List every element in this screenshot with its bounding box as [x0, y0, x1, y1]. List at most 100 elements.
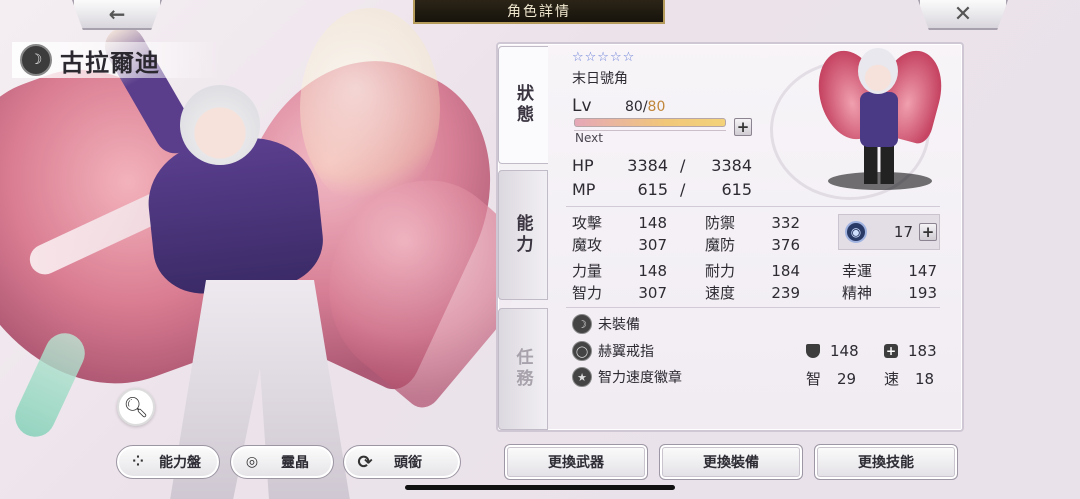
magic-defense-value: 376 [771, 236, 800, 254]
magic-defense-label: 魔防 [705, 236, 736, 254]
divider [566, 206, 940, 207]
mp-label: MP [572, 180, 596, 199]
speed-value: 239 [771, 284, 800, 302]
cross-icon: + [884, 344, 898, 358]
equip-defense-bonus: 148 [806, 342, 859, 360]
intellect-value: 307 [638, 284, 667, 302]
magnifier-icon: 🔍︎ [123, 395, 149, 419]
level-label: Lv [572, 96, 592, 116]
ring-icon: ◯ [572, 341, 592, 361]
close-button[interactable]: ✕ [918, 0, 1008, 30]
equip-slot-badge[interactable]: ★ 智力速度徽章 [572, 367, 682, 387]
equip-label: 智力速度徽章 [598, 370, 682, 386]
strength-value: 148 [638, 262, 667, 280]
attack-label: 攻擊 [572, 214, 603, 232]
spirit-stat: 精神 193 [842, 282, 937, 303]
stamina-value: 184 [771, 262, 800, 280]
defense-value: 332 [771, 214, 800, 232]
plus-icon: + [736, 118, 750, 136]
defense-stat: 防禦 332 [705, 212, 800, 233]
level-max: 80 [647, 99, 666, 115]
crest-icon: ◉ [845, 221, 867, 243]
strength-label: 力量 [572, 262, 603, 280]
crest-add-button[interactable]: + [919, 223, 937, 241]
page-title: 角色詳情 [413, 0, 665, 24]
tab-status[interactable]: 狀態 [498, 46, 548, 164]
hp-slash: / [680, 156, 686, 175]
intellect-label: 智力 [572, 284, 603, 302]
equip-int-label: 智 [806, 370, 822, 388]
equip-label: 赫翼戒指 [598, 344, 654, 360]
shield-icon [806, 344, 820, 358]
home-indicator[interactable] [405, 485, 675, 490]
element-icon: ☽ [20, 44, 52, 76]
attack-stat: 攻擊 148 [572, 212, 667, 233]
speed-label: 速度 [705, 284, 736, 302]
equip-int-value: 29 [837, 369, 857, 388]
tab-ability[interactable]: 能力 [498, 170, 548, 300]
hp-max: 3384 [711, 156, 752, 175]
zoom-button[interactable]: 🔍︎ [117, 388, 155, 426]
magic-attack-label: 魔攻 [572, 236, 603, 254]
mp-slash: / [680, 180, 686, 199]
change-gear-button[interactable]: 更換裝備 [659, 444, 803, 480]
change-weapon-button[interactable]: 更換武器 [504, 444, 648, 480]
equip-defense-value: 148 [830, 342, 859, 360]
equip-hp-value: 183 [908, 342, 937, 360]
equip-spd-bonus: 速 18 [884, 368, 934, 389]
cycle-icon: ⟳ [357, 451, 373, 473]
next-label: Next [575, 131, 603, 145]
character-head-art [180, 85, 260, 165]
honorific-button[interactable]: ⟳ 頭銜 [343, 445, 461, 479]
change-skill-button[interactable]: 更換技能 [814, 444, 958, 480]
strength-stat: 力量 148 [572, 260, 667, 281]
chibi-sprite [809, 40, 951, 190]
mp-max: 615 [721, 180, 752, 199]
spirit-value: 193 [908, 284, 937, 302]
level-up-button[interactable]: + [734, 118, 752, 136]
stamina-label: 耐力 [705, 262, 736, 280]
mp-current: 615 [637, 180, 668, 199]
magic-defense-stat: 魔防 376 [705, 234, 800, 255]
luck-stat: 幸運 147 [842, 260, 937, 281]
attack-value: 148 [638, 214, 667, 232]
back-arrow-icon: ← [108, 2, 126, 26]
equip-hp-bonus: + 183 [884, 342, 937, 360]
back-button[interactable]: ← [72, 0, 162, 30]
spirit-crystal-button[interactable]: ◎ 靈晶 [230, 445, 334, 479]
equip-slot-weapon[interactable]: ☽ 未裝備 [572, 314, 640, 334]
weapon-slot-icon: ☽ [572, 314, 592, 334]
equip-int-bonus: 智 29 [806, 368, 856, 389]
rarity-stars: ☆☆☆☆☆ [572, 50, 636, 65]
equip-slot-ring[interactable]: ◯ 赫翼戒指 [572, 341, 654, 361]
sprite-body [860, 92, 898, 147]
defense-label: 防禦 [705, 214, 736, 232]
tab-quest[interactable]: 任務 [498, 308, 548, 430]
level-current: 80/ [625, 99, 648, 115]
equip-spd-value: 18 [915, 369, 935, 388]
plus-icon: + [921, 223, 935, 241]
crest-value: 17 [893, 223, 913, 241]
character-nameplate: ☽ 古拉爾迪 [12, 42, 222, 78]
divider [566, 307, 940, 308]
experience-bar [574, 118, 726, 127]
hp-label: HP [572, 156, 594, 175]
equip-spd-label: 速 [884, 370, 900, 388]
ability-board-button[interactable]: ⁘ 能力盤 [116, 445, 220, 479]
spirit-label: 精神 [842, 284, 873, 302]
crystal-icon: ◎ [245, 454, 259, 470]
character-name: 古拉爾迪 [60, 47, 160, 77]
hp-current: 3384 [627, 156, 668, 175]
sprite-head [858, 48, 898, 94]
honorific-label: 頭銜 [394, 455, 422, 471]
sprite-legs [864, 144, 894, 184]
ability-board-label: 能力盤 [159, 455, 201, 471]
spirit-crystal-label: 靈晶 [281, 455, 309, 471]
speed-stat: 速度 239 [705, 282, 800, 303]
character-title: 末日號角 [572, 71, 628, 87]
intellect-stat: 智力 307 [572, 282, 667, 303]
stamina-stat: 耐力 184 [705, 260, 800, 281]
grid-icon: ⁘ [132, 454, 144, 470]
level-value: 80/80 [625, 99, 665, 115]
badge-icon: ★ [572, 367, 592, 387]
